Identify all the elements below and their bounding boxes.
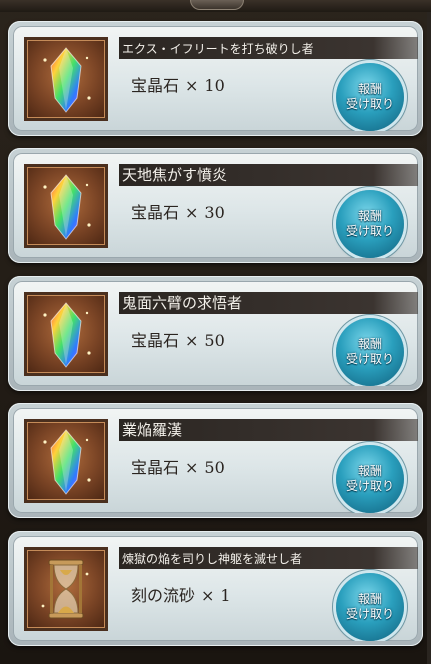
reward-title: 業焔羅漢 bbox=[122, 421, 183, 439]
crystal-icon bbox=[43, 174, 91, 240]
reward-item-name: 宝晶石 bbox=[131, 203, 180, 222]
claim-reward-button[interactable]: 報酬 受け取り bbox=[336, 573, 404, 641]
claim-button-line1: 報酬 bbox=[357, 82, 382, 96]
claim-button-line1: 報酬 bbox=[357, 209, 382, 223]
reward-item: 宝晶石 × 50 bbox=[131, 327, 225, 351]
reward-item: 宝晶石 × 10 bbox=[131, 72, 225, 96]
claim-button-line2: 受け取り bbox=[345, 479, 394, 493]
reward-title: エクス・イフリートを打ち破りし者 bbox=[122, 42, 314, 56]
reward-quantity: 30 bbox=[204, 203, 225, 222]
claim-reward-button[interactable]: 報酬 受け取り bbox=[336, 63, 404, 131]
claim-reward-button[interactable]: 報酬 受け取り bbox=[336, 445, 404, 513]
claim-button-line2: 受け取り bbox=[345, 97, 394, 111]
reward-card: エクス・イフリートを打ち破りし者 宝晶石 × 10 報酬 受け取り bbox=[8, 21, 423, 136]
claim-button-line1: 報酬 bbox=[357, 464, 382, 478]
reward-times: × bbox=[185, 331, 199, 350]
reward-thumbnail bbox=[24, 164, 108, 248]
reward-title-bar: エクス・イフリートを打ち破りし者 bbox=[119, 37, 418, 59]
reward-card-body: 業焔羅漢 宝晶石 × 50 報酬 受け取り bbox=[13, 408, 418, 513]
reward-item-name: 宝晶石 bbox=[131, 331, 180, 350]
reward-card: 業焔羅漢 宝晶石 × 50 報酬 受け取り bbox=[8, 403, 423, 518]
claim-reward-button[interactable]: 報酬 受け取り bbox=[336, 190, 404, 258]
reward-times: × bbox=[201, 586, 215, 605]
reward-thumbnail bbox=[24, 37, 108, 121]
reward-card: 煉獄の焔を司りし神躯を滅せし者 刻の流砂 × 1 報酬 受け取り bbox=[8, 531, 423, 646]
reward-title-bar: 煉獄の焔を司りし神躯を滅せし者 bbox=[119, 547, 418, 569]
reward-quantity: 50 bbox=[204, 458, 225, 477]
reward-card: 鬼面六臂の求悟者 宝晶石 × 50 報酬 受け取り bbox=[8, 276, 423, 391]
reward-item-name: 刻の流砂 bbox=[131, 586, 196, 605]
crystal-icon bbox=[43, 302, 91, 368]
crystal-icon bbox=[43, 47, 91, 113]
reward-card-body: 天地焦がす憤炎 宝晶石 × 30 報酬 受け取り bbox=[13, 153, 418, 258]
top-frame bbox=[0, 0, 431, 12]
reward-thumbnail bbox=[24, 419, 108, 503]
reward-card-body: 鬼面六臂の求悟者 宝晶石 × 50 報酬 受け取り bbox=[13, 281, 418, 386]
reward-times: × bbox=[185, 203, 199, 222]
reward-times: × bbox=[185, 76, 199, 95]
claim-button-line2: 受け取り bbox=[345, 224, 394, 238]
reward-card: 天地焦がす憤炎 宝晶石 × 30 報酬 受け取り bbox=[8, 148, 423, 263]
reward-title-bar: 天地焦がす憤炎 bbox=[119, 164, 418, 186]
reward-title-bar: 業焔羅漢 bbox=[119, 419, 418, 441]
hourglass-icon bbox=[41, 559, 89, 619]
reward-times: × bbox=[185, 458, 199, 477]
reward-item: 宝晶石 × 50 bbox=[131, 454, 225, 478]
reward-item: 宝晶石 × 30 bbox=[131, 199, 225, 223]
reward-item-name: 宝晶石 bbox=[131, 458, 180, 477]
reward-quantity: 50 bbox=[204, 331, 225, 350]
claim-button-line1: 報酬 bbox=[357, 592, 382, 606]
reward-thumbnail bbox=[24, 292, 108, 376]
reward-card-body: 煉獄の焔を司りし神躯を滅せし者 刻の流砂 × 1 報酬 受け取り bbox=[13, 536, 418, 641]
claim-button-line2: 受け取り bbox=[345, 352, 394, 366]
reward-title: 煉獄の焔を司りし神躯を滅せし者 bbox=[122, 552, 303, 566]
claim-button-line1: 報酬 bbox=[357, 337, 382, 351]
claim-reward-button[interactable]: 報酬 受け取り bbox=[336, 318, 404, 386]
reward-item: 刻の流砂 × 1 bbox=[131, 582, 231, 606]
scrollbar[interactable] bbox=[427, 12, 431, 664]
reward-title-bar: 鬼面六臂の求悟者 bbox=[119, 292, 418, 314]
reward-title: 天地焦がす憤炎 bbox=[122, 166, 228, 184]
reward-quantity: 10 bbox=[204, 76, 225, 95]
claim-button-line2: 受け取り bbox=[345, 607, 394, 621]
crystal-icon bbox=[43, 429, 91, 495]
reward-quantity: 1 bbox=[220, 586, 231, 605]
reward-title: 鬼面六臂の求悟者 bbox=[122, 294, 243, 312]
reward-thumbnail bbox=[24, 547, 108, 631]
reward-card-body: エクス・イフリートを打ち破りし者 宝晶石 × 10 報酬 受け取り bbox=[13, 26, 418, 131]
top-ornament bbox=[190, 0, 244, 10]
reward-item-name: 宝晶石 bbox=[131, 76, 180, 95]
